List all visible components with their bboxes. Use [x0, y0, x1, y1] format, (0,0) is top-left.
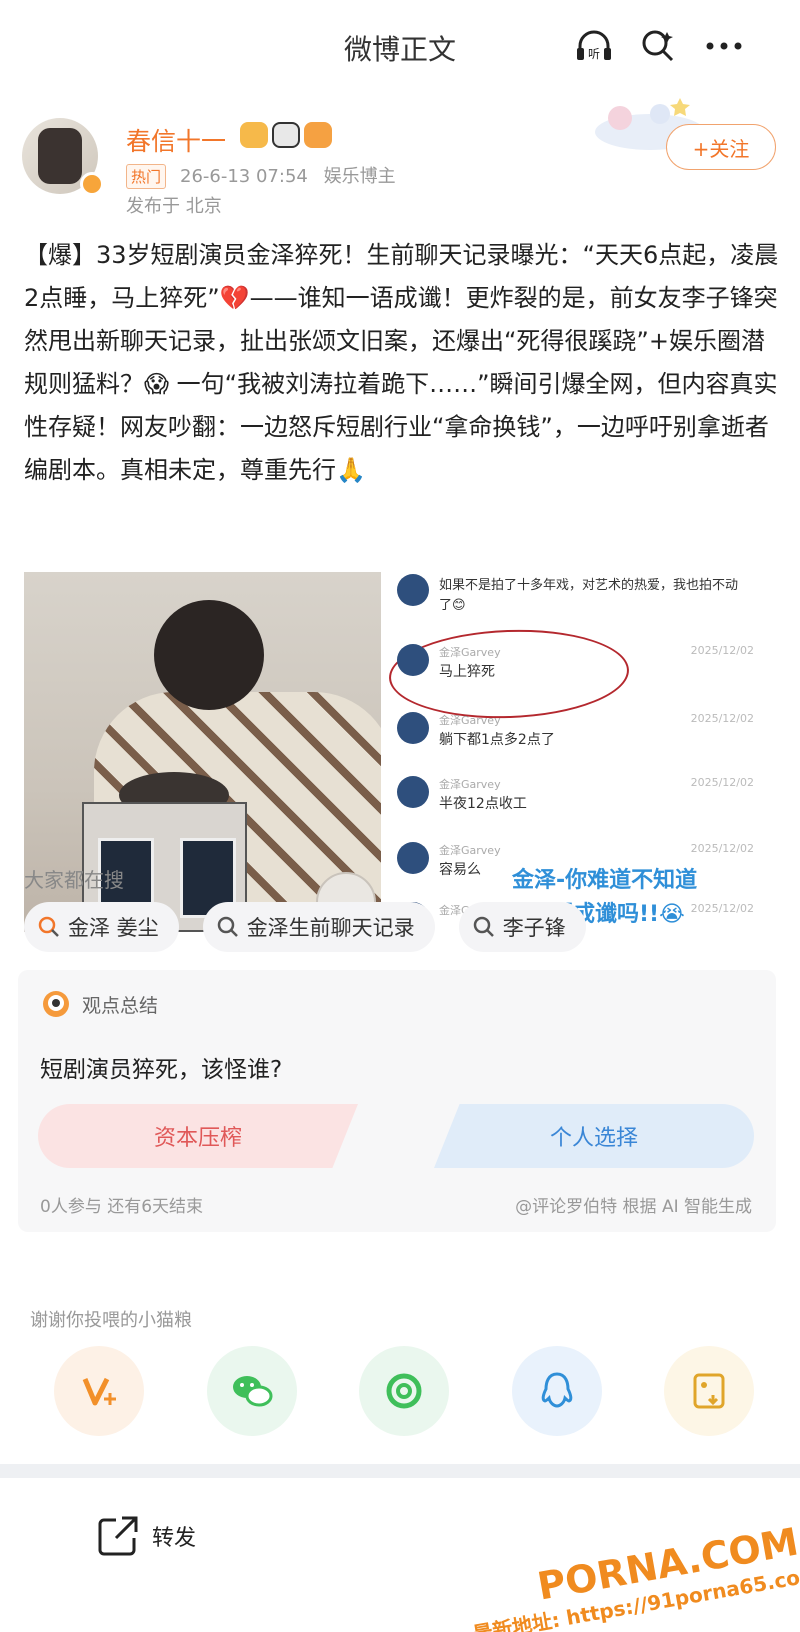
username[interactable]: 春信十一	[126, 122, 226, 158]
search-icon[interactable]	[638, 26, 678, 66]
search-chip[interactable]: 金泽生前聊天记录	[202, 902, 435, 952]
poll-source[interactable]: @评论罗伯特 根据 AI 智能生成	[515, 1192, 752, 1217]
forward-button[interactable]: 转发	[96, 1514, 196, 1558]
listen-icon-label: 听	[588, 47, 600, 61]
poll-question: 短剧演员猝死，该怪谁?	[40, 1057, 283, 1083]
vote-option-a[interactable]: 资本压榨	[38, 1104, 358, 1168]
forward-label: 转发	[152, 1526, 197, 1551]
opinion-poll-card: 观点总结 短剧演员猝死，该怪谁? 资本压榨 个人选择 0人参与 还有6天结束 @…	[18, 970, 776, 1232]
share-row	[54, 1346, 754, 1436]
post-location: 发布于 北京	[126, 196, 222, 217]
search-icon	[473, 916, 494, 937]
moments-icon[interactable]	[359, 1346, 449, 1436]
hot-search-label: 大家都在搜	[24, 868, 124, 892]
thanks-text: 谢谢你投喂的小猫粮	[30, 1310, 192, 1331]
robot-mascot-icon	[43, 991, 69, 1017]
post-meta: 26-6-13 07:54 娱乐博主	[180, 162, 396, 188]
qq-icon[interactable]	[511, 1346, 602, 1436]
search-chip[interactable]: 金泽 姜尘	[24, 902, 179, 952]
verified-icon	[80, 172, 104, 196]
top-bar: 微博正文 听	[0, 0, 800, 90]
search-chip[interactable]: 李子锋	[458, 902, 586, 952]
search-icon	[217, 916, 238, 937]
lion-badge-icon	[304, 122, 332, 148]
post-images: 如果不是拍了十多年戏，对艺术的热爱，我也拍不动了😊 金泽Garvey 2025/…	[24, 572, 764, 932]
author-role: 娱乐博主	[323, 166, 396, 187]
chat-screenshot[interactable]: 如果不是拍了十多年戏，对艺术的热爱，我也拍不动了😊 金泽Garvey 2025/…	[389, 572, 764, 932]
page-title: 微博正文	[343, 33, 456, 66]
poll-stats: 0人参与 还有6天结束	[40, 1197, 204, 1217]
save-image-icon[interactable]	[664, 1346, 754, 1436]
vote-option-b[interactable]: 个人选择	[434, 1104, 754, 1168]
post-time: 26-6-13 07:54	[180, 166, 308, 187]
crown-badge-icon	[240, 122, 268, 148]
more-icon[interactable]	[704, 26, 744, 66]
wechat-icon[interactable]	[206, 1346, 297, 1436]
post-content: 【爆】33岁短剧演员金泽猝死！生前聊天记录曝光：“天天6点起，凌晨2点睡，马上猝…	[24, 241, 779, 484]
search-icon	[38, 916, 59, 937]
hot-badge: 热门	[126, 164, 167, 189]
forward-icon	[98, 1516, 138, 1556]
panda-badge-icon	[272, 122, 300, 148]
opinion-header: 观点总结	[40, 988, 158, 1020]
listen-icon[interactable]: 听	[574, 26, 614, 66]
vplus-icon[interactable]	[54, 1346, 144, 1436]
hot-search-chips: 金泽 姜尘 金泽生前聊天记录 李子锋	[24, 902, 586, 952]
user-badges	[240, 122, 332, 148]
divider	[0, 1464, 800, 1478]
overlay-caption-line1: 金泽-你难道不知道	[512, 868, 698, 893]
follow-button[interactable]: +关注	[666, 124, 776, 170]
